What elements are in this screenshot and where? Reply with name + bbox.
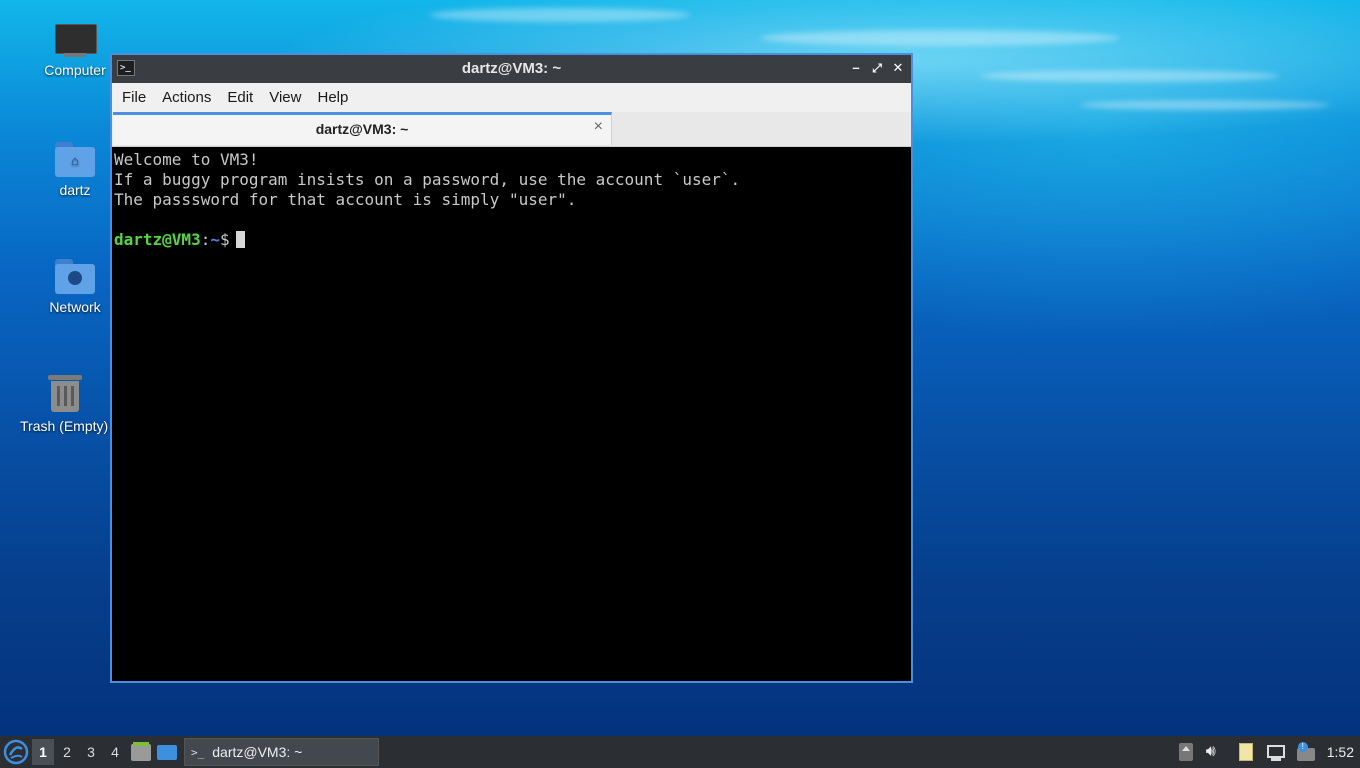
minimize-button[interactable]: –: [847, 59, 865, 77]
show-desktop-icon[interactable]: [156, 741, 178, 763]
terminal-tab[interactable]: dartz@VM3: ~ ×: [113, 112, 612, 145]
terminal-window[interactable]: >_ dartz@VM3: ~ – ⤢ ✕ File Actions Edit …: [110, 53, 913, 683]
network-icon[interactable]: [1266, 742, 1286, 762]
window-title: dartz@VM3: ~: [461, 60, 562, 77]
terminal-line: If a buggy program insists on a password…: [114, 170, 741, 189]
update-notifier-icon[interactable]: !: [1296, 742, 1316, 762]
tray-expand-icon[interactable]: [1176, 742, 1196, 762]
text-cursor: [235, 231, 245, 248]
menu-help[interactable]: Help: [309, 89, 356, 106]
system-tray: 🔊︎ ! 1:52: [1171, 736, 1360, 768]
terminal-icon: >_: [191, 745, 205, 759]
terminal-output[interactable]: Welcome to VM3! If a buggy program insis…: [112, 147, 911, 681]
tab-bar: dartz@VM3: ~ ×: [112, 112, 911, 147]
menu-bar: File Actions Edit View Help: [112, 83, 911, 112]
trash-icon: [46, 372, 84, 414]
network-folder-icon: [54, 257, 96, 295]
clipboard-icon[interactable]: [1236, 742, 1256, 762]
tab-label: dartz@VM3: ~: [315, 121, 409, 137]
wallpaper-highlight: [1080, 100, 1330, 110]
workspace-2[interactable]: 2: [56, 739, 78, 765]
maximize-button[interactable]: ⤢: [868, 59, 886, 77]
workspace-3[interactable]: 3: [80, 739, 102, 765]
lubuntu-logo-icon: [3, 739, 29, 765]
prompt-user: dartz@VM3: [114, 230, 201, 249]
terminal-line: The passsword for that account is simply…: [114, 190, 577, 209]
close-button[interactable]: ✕: [889, 59, 907, 77]
desktop-icon-trash[interactable]: Trash (Empty): [20, 372, 110, 434]
window-titlebar[interactable]: >_ dartz@VM3: ~ – ⤢ ✕: [112, 55, 911, 83]
prompt-symbol: $: [219, 230, 230, 249]
wallpaper-highlight: [430, 8, 690, 22]
taskbar: 1 2 3 4 >_ dartz@VM3: ~ 🔊︎ ! 1:52: [0, 736, 1360, 768]
home-folder-icon: ⌂: [54, 140, 96, 178]
prompt-separator: :: [200, 230, 211, 249]
workspace-4[interactable]: 4: [104, 739, 126, 765]
wallpaper-highlight: [980, 70, 1280, 82]
terminal-line: Welcome to VM3!: [114, 150, 259, 169]
wallpaper-highlight: [760, 30, 1120, 46]
taskbar-item-terminal[interactable]: >_ dartz@VM3: ~: [184, 738, 379, 766]
volume-icon[interactable]: 🔊︎: [1206, 742, 1226, 762]
terminal-prompt: dartz@VM3:~$: [114, 230, 909, 250]
workspace-1[interactable]: 1: [32, 739, 54, 765]
taskbar-item-label: dartz@VM3: ~: [212, 744, 303, 760]
computer-icon: [54, 22, 97, 58]
menu-file[interactable]: File: [114, 89, 154, 106]
desktop: Computer ⌂ dartz Network Trash (Empty) >: [0, 0, 1360, 768]
tab-close-icon[interactable]: ×: [594, 118, 603, 136]
menu-edit[interactable]: Edit: [219, 89, 261, 106]
menu-view[interactable]: View: [261, 89, 309, 106]
desktop-icon-label: Trash (Empty): [20, 418, 109, 434]
start-menu-button[interactable]: [2, 738, 30, 766]
menu-actions[interactable]: Actions: [154, 89, 219, 106]
file-manager-icon[interactable]: [130, 741, 152, 763]
clock[interactable]: 1:52: [1327, 744, 1354, 760]
prompt-path: ~: [210, 230, 220, 249]
